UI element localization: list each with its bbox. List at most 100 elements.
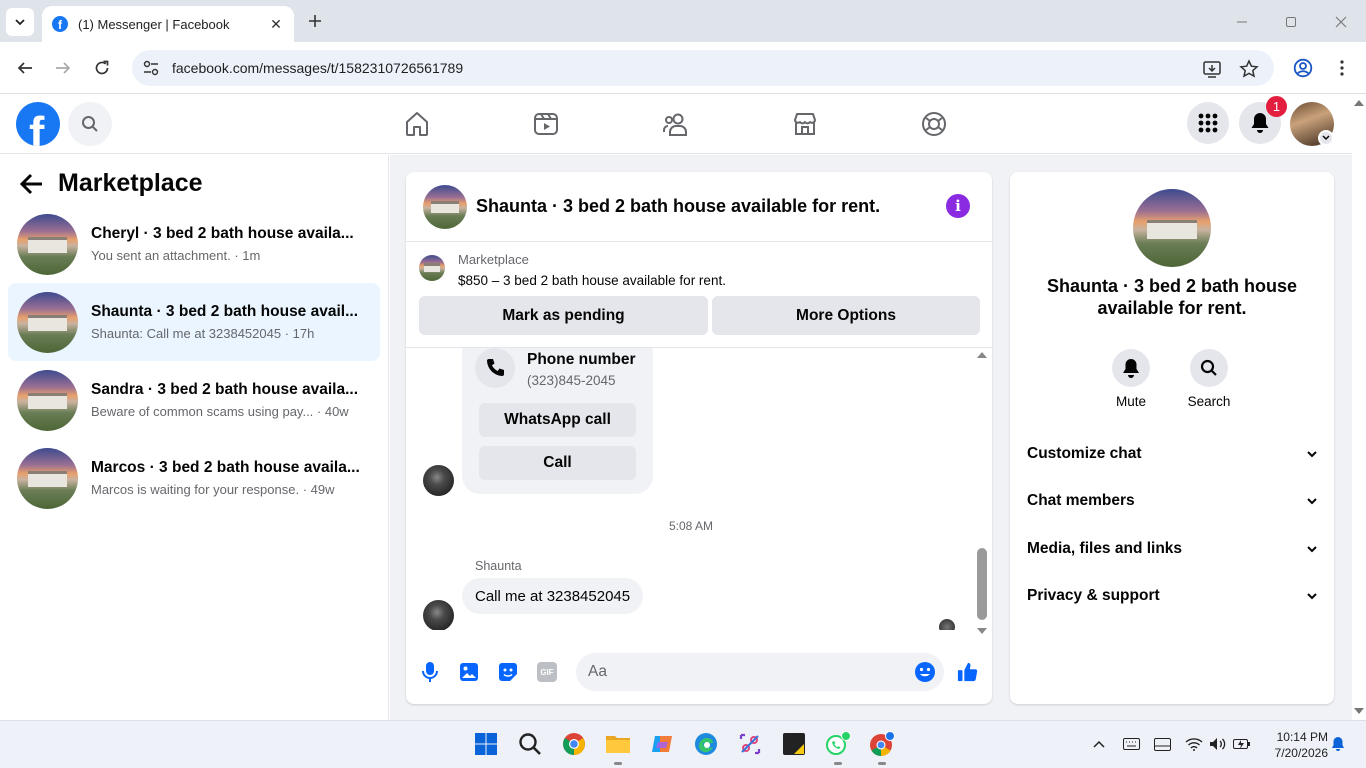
emoji-button[interactable] bbox=[914, 661, 936, 683]
back-arrow-icon[interactable] bbox=[20, 173, 44, 195]
facebook-logo-letter: f bbox=[29, 107, 45, 146]
install-app-icon[interactable] bbox=[1202, 59, 1222, 79]
windows-logo-icon bbox=[475, 733, 497, 755]
like-button[interactable] bbox=[957, 661, 979, 683]
listing-price[interactable]: $850 – 3 bed 2 bath house available for … bbox=[458, 273, 726, 288]
listing-mini-thumbnail[interactable] bbox=[419, 255, 445, 281]
taskbar-sticky-notes[interactable] bbox=[781, 731, 807, 757]
gif-button[interactable]: GIF bbox=[536, 661, 558, 683]
whatsapp-call-button[interactable]: WhatsApp call bbox=[479, 403, 636, 437]
listing-banner: Marketplace $850 – 3 bed 2 bath house av… bbox=[406, 242, 992, 348]
video-nav[interactable] bbox=[528, 106, 564, 142]
taskbar-whatsapp[interactable] bbox=[825, 731, 851, 757]
home-nav[interactable] bbox=[399, 106, 435, 142]
menu-button[interactable] bbox=[1187, 102, 1229, 144]
taskbar-chrome[interactable] bbox=[561, 731, 587, 757]
scroll-up-icon[interactable] bbox=[1353, 98, 1365, 108]
taskbar-file-explorer[interactable] bbox=[605, 731, 631, 757]
forward-button[interactable] bbox=[51, 56, 75, 80]
marketplace-nav[interactable] bbox=[787, 106, 823, 142]
show-hidden-icons[interactable] bbox=[1090, 735, 1108, 753]
url-text: facebook.com/messages/t/1582310726561789 bbox=[172, 60, 464, 76]
listing-source: Marketplace bbox=[458, 252, 529, 267]
chat-scrollbar[interactable] bbox=[976, 348, 988, 638]
microphone-icon bbox=[422, 662, 438, 682]
privacy-support-section[interactable]: Privacy & support bbox=[1027, 581, 1317, 611]
attach-photo-button[interactable] bbox=[458, 661, 480, 683]
sender-avatar[interactable] bbox=[423, 600, 454, 630]
friends-nav[interactable] bbox=[658, 106, 694, 142]
search-action[interactable]: Search bbox=[1179, 349, 1239, 409]
taskbar-search-button[interactable] bbox=[517, 731, 543, 757]
more-options-button[interactable]: More Options bbox=[712, 296, 980, 335]
chevron-down-icon bbox=[1307, 497, 1317, 504]
keyboard-icon bbox=[1122, 738, 1140, 750]
scrollbar-thumb[interactable] bbox=[977, 548, 987, 620]
scroll-down-icon[interactable] bbox=[976, 626, 988, 636]
gaming-nav[interactable] bbox=[916, 106, 952, 142]
system-clock[interactable]: 10:14 PM 7/20/2026 bbox=[1262, 729, 1328, 761]
chat-window: Shaunta · 3 bed 2 bath house available f… bbox=[406, 172, 992, 704]
conversation-item-active[interactable]: Shaunta · 3 bed 2 bath house avail... Sh… bbox=[8, 283, 380, 361]
message-input-placeholder: Aa bbox=[588, 663, 607, 680]
chat-details-panel: Shaunta · 3 bed 2 bath house available f… bbox=[1010, 172, 1334, 704]
keyboard-tray[interactable] bbox=[1122, 735, 1140, 753]
back-button[interactable] bbox=[13, 56, 37, 80]
call-button[interactable]: Call bbox=[479, 446, 636, 480]
voice-clip-button[interactable] bbox=[419, 661, 441, 683]
bookmark-star-icon[interactable] bbox=[1239, 59, 1259, 79]
tab-search-button[interactable] bbox=[6, 8, 34, 36]
seen-receipt-avatar bbox=[939, 619, 955, 630]
info-icon[interactable]: i bbox=[946, 194, 970, 218]
sender-avatar[interactable] bbox=[423, 465, 454, 496]
details-listing-photo[interactable] bbox=[1133, 189, 1211, 267]
close-window-button[interactable] bbox=[1329, 10, 1353, 34]
message-thread: Phone number (323)845-2045 WhatsApp call… bbox=[406, 348, 992, 630]
facebook-logo-icon[interactable]: f bbox=[16, 102, 60, 146]
maximize-button[interactable] bbox=[1279, 10, 1303, 34]
wifi-tray[interactable] bbox=[1185, 735, 1203, 753]
message-bubble[interactable]: Call me at 3238452045 bbox=[462, 578, 644, 614]
chat-members-section[interactable]: Chat members bbox=[1027, 486, 1317, 516]
conversation-item[interactable]: Marcos · 3 bed 2 bath house availa... Ma… bbox=[8, 439, 380, 517]
taskbar-edge[interactable] bbox=[693, 731, 719, 757]
facebook-search-button[interactable] bbox=[68, 102, 112, 146]
address-bar[interactable]: facebook.com/messages/t/1582310726561789 bbox=[132, 50, 1274, 86]
account-dropdown-chevron-icon[interactable] bbox=[1318, 130, 1334, 146]
minimize-button[interactable] bbox=[1230, 10, 1254, 34]
mark-pending-button[interactable]: Mark as pending bbox=[419, 296, 708, 335]
start-button[interactable] bbox=[473, 731, 499, 757]
volume-tray[interactable] bbox=[1209, 735, 1227, 753]
chat-title[interactable]: Shaunta · 3 bed 2 bath house available f… bbox=[476, 196, 880, 217]
notification-center[interactable] bbox=[1329, 735, 1347, 753]
customize-chat-section[interactable]: Customize chat bbox=[1027, 439, 1317, 469]
message-input[interactable]: Aa bbox=[576, 653, 944, 691]
display-icon bbox=[1153, 737, 1171, 751]
display-tray[interactable] bbox=[1153, 735, 1171, 753]
conversation-item[interactable]: Cheryl · 3 bed 2 bath house availa... Yo… bbox=[8, 205, 380, 283]
page-scrollbar[interactable] bbox=[1352, 94, 1366, 720]
browser-tab[interactable]: f (1) Messenger | Facebook ✕ bbox=[42, 6, 294, 42]
close-tab-icon[interactable]: ✕ bbox=[268, 16, 284, 33]
grid-menu-icon bbox=[1198, 113, 1218, 133]
new-tab-button[interactable] bbox=[304, 10, 326, 32]
scroll-down-icon[interactable] bbox=[1353, 706, 1365, 716]
conversation-item[interactable]: Sandra · 3 bed 2 bath house availa... Be… bbox=[8, 361, 380, 439]
folder-icon bbox=[606, 736, 630, 753]
sticker-button[interactable] bbox=[497, 661, 519, 683]
taskbar-chrome-profile[interactable] bbox=[869, 731, 895, 757]
scroll-up-icon[interactable] bbox=[976, 350, 988, 360]
chat-listing-thumbnail[interactable] bbox=[423, 184, 467, 229]
chrome-icon bbox=[563, 733, 585, 755]
reload-button[interactable] bbox=[90, 56, 114, 80]
media-files-links-section[interactable]: Media, files and links bbox=[1027, 534, 1317, 564]
battery-tray[interactable] bbox=[1233, 735, 1251, 753]
browser-menu-button[interactable] bbox=[1330, 56, 1354, 80]
site-settings-icon[interactable] bbox=[142, 59, 160, 77]
section-label: Customize chat bbox=[1027, 445, 1142, 462]
windows-taskbar: 10:14 PM 7/20/2026 bbox=[0, 720, 1366, 768]
taskbar-copilot[interactable] bbox=[649, 731, 675, 757]
mute-action[interactable]: Mute bbox=[1101, 349, 1161, 409]
profile-button[interactable] bbox=[1291, 56, 1315, 80]
taskbar-snipping-tool[interactable] bbox=[737, 731, 763, 757]
